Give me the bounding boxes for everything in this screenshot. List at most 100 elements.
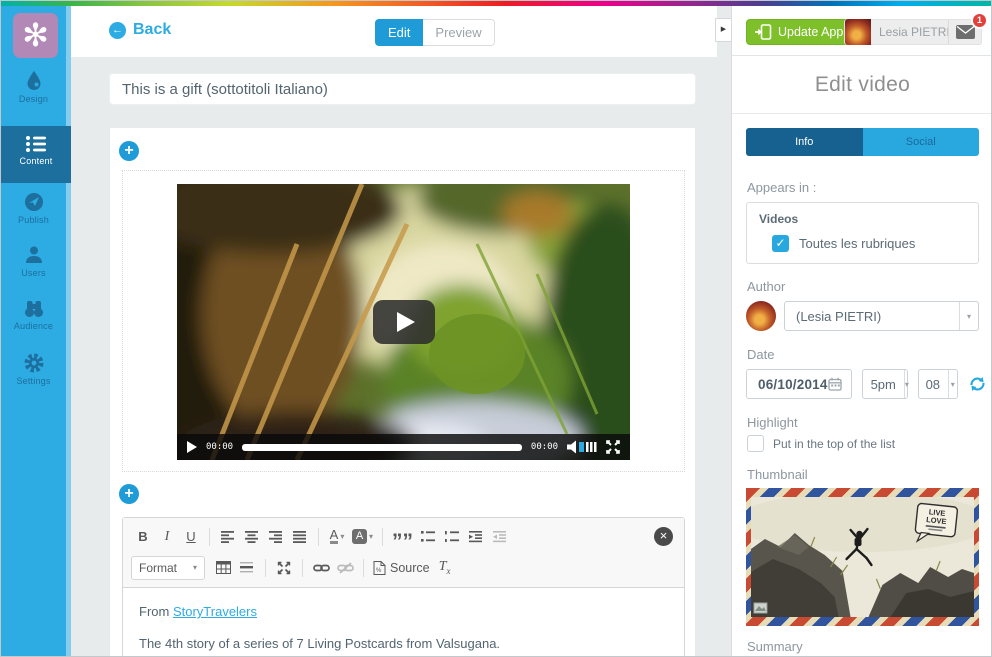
rainbow-top-bar [1,1,991,6]
outdent-icon[interactable] [488,525,512,549]
mode-toggle: Edit Preview [375,19,495,46]
appears-in-label: Appears in : [747,180,978,195]
envelope-icon [956,25,975,39]
appears-group-label: Videos [759,212,966,226]
editor-toolbar-row1: B I U A ▾ [131,523,676,550]
article-title-input[interactable] [109,73,696,105]
blockquote-button[interactable]: ”” [389,525,416,549]
author-row: (Lesia PIETRI) [746,301,979,331]
preview-button[interactable]: Preview [423,19,494,46]
align-justify-icon[interactable] [288,525,312,549]
notification-badge: 1 [971,12,988,29]
source-doc-icon: % [373,561,386,575]
current-time: 00:00 [206,442,233,452]
sidebar-item-users[interactable]: Users [1,240,66,296]
main-toolbar: ← Back Edit Preview [71,6,717,57]
indent-icon[interactable] [464,525,488,549]
notifications-button[interactable]: 1 [948,20,981,44]
progress-bar[interactable] [242,444,522,451]
remove-format-button[interactable]: Tx [433,556,457,580]
paragraph: The 4th story of a series of 7 Living Po… [139,635,668,657]
source-button[interactable]: % Source [370,556,433,580]
tab-info[interactable]: Info [746,128,863,156]
highlight-label: Highlight [747,415,978,430]
back-label: Back [133,21,171,39]
link-icon[interactable] [309,556,333,580]
fullscreen-icon[interactable] [606,440,620,454]
background-color-button[interactable]: A ▾ [349,525,376,549]
align-left-icon[interactable] [216,525,240,549]
app-builder-window: ✻ Design Content Publish [0,0,992,657]
author-select[interactable]: (Lesia PIETRI) [784,301,979,331]
author-avatar [746,301,776,331]
format-dropdown[interactable]: Format ▾ [131,556,205,580]
app-logo[interactable]: ✻ [13,13,58,58]
highlight-checkbox[interactable] [747,435,764,452]
sidebar-item-label: Design [1,94,66,104]
add-block-button-top[interactable]: + [119,141,139,161]
storytravelers-link[interactable]: StoryTravelers [173,604,257,619]
align-center-icon[interactable] [240,525,264,549]
chevron-down-icon [959,302,978,330]
unlink-icon[interactable] [333,556,357,580]
editor-body[interactable]: From StoryTravelers The 4th story of a s… [123,588,684,657]
sidebar-item-label: Publish [1,215,66,225]
add-block-button-bottom[interactable]: + [119,484,139,504]
numbered-list-icon[interactable] [440,525,464,549]
close-editor-button[interactable]: × [654,527,673,546]
video-player[interactable]: 00:00 00:00 [177,184,630,460]
thumbnail-label: Thumbnail [747,467,978,482]
sidebar-item-label: Audience [1,321,66,331]
horizontal-rule-icon[interactable] [235,556,259,580]
user-menu[interactable]: Lesia PIETRI 1 [844,19,982,45]
chevron-down-icon [948,370,957,398]
video-block[interactable]: 00:00 00:00 [122,170,685,472]
publish-globe-icon [23,191,45,213]
sidebar-item-label: Content [1,156,71,166]
thumbnail-image[interactable]: LIVE LOVE [746,488,979,626]
highlight-row: Put in the top of the list [747,435,978,452]
sidebar-item-design[interactable]: Design [1,65,66,121]
user-avatar [845,19,871,45]
postcard-scene: LIVE LOVE [751,497,974,617]
highlight-checkbox-label: Put in the top of the list [773,437,895,451]
video-controls: 00:00 00:00 [177,434,630,460]
sidebar-item-audience[interactable]: Audience [1,294,66,350]
bulleted-list-icon[interactable] [416,525,440,549]
editor-toolbar: B I U A ▾ [123,518,684,588]
table-icon[interactable] [211,556,235,580]
volume-icon[interactable] [567,440,597,454]
panel-tabs: Info Social [746,128,979,156]
sidebar-item-label: Users [1,268,66,278]
tab-social[interactable]: Social [863,128,980,156]
date-input[interactable]: 06/10/2014 [746,369,852,399]
text-color-button[interactable]: A ▾ [325,525,349,549]
date-value: 06/10/2014 [758,377,828,392]
minute-select[interactable]: 08 [918,369,958,399]
phone-update-icon [755,23,772,41]
panel-collapse-handle[interactable]: ▶ [715,18,732,42]
underline-button[interactable]: U [179,525,203,549]
toutes-les-rubriques-checkbox[interactable] [772,235,789,252]
update-app-button[interactable]: Update App [746,19,854,45]
back-button[interactable]: ← Back [109,21,171,39]
back-arrow-icon: ← [109,22,126,39]
sidebar: ✻ Design Content Publish [1,5,71,656]
refresh-date-button[interactable] [969,376,986,392]
gear-icon [23,352,45,374]
bold-button[interactable]: B [131,525,155,549]
sidebar-item-content[interactable]: Content [1,126,71,183]
edit-button[interactable]: Edit [375,19,423,46]
hour-select[interactable]: 5pm [862,369,908,399]
align-right-icon[interactable] [264,525,288,549]
sidebar-item-settings[interactable]: Settings [1,347,66,403]
play-icon[interactable] [187,441,197,453]
maximize-icon[interactable] [272,556,296,580]
play-button-overlay[interactable] [373,300,435,344]
paragraph: From StoryTravelers [139,603,668,622]
photo-placeholder-icon [754,603,767,613]
italic-button[interactable]: I [155,525,179,549]
hour-value: 5pm [863,377,904,392]
sidebar-item-publish[interactable]: Publish [1,186,66,242]
checkbox-label: Toutes les rubriques [799,236,915,251]
